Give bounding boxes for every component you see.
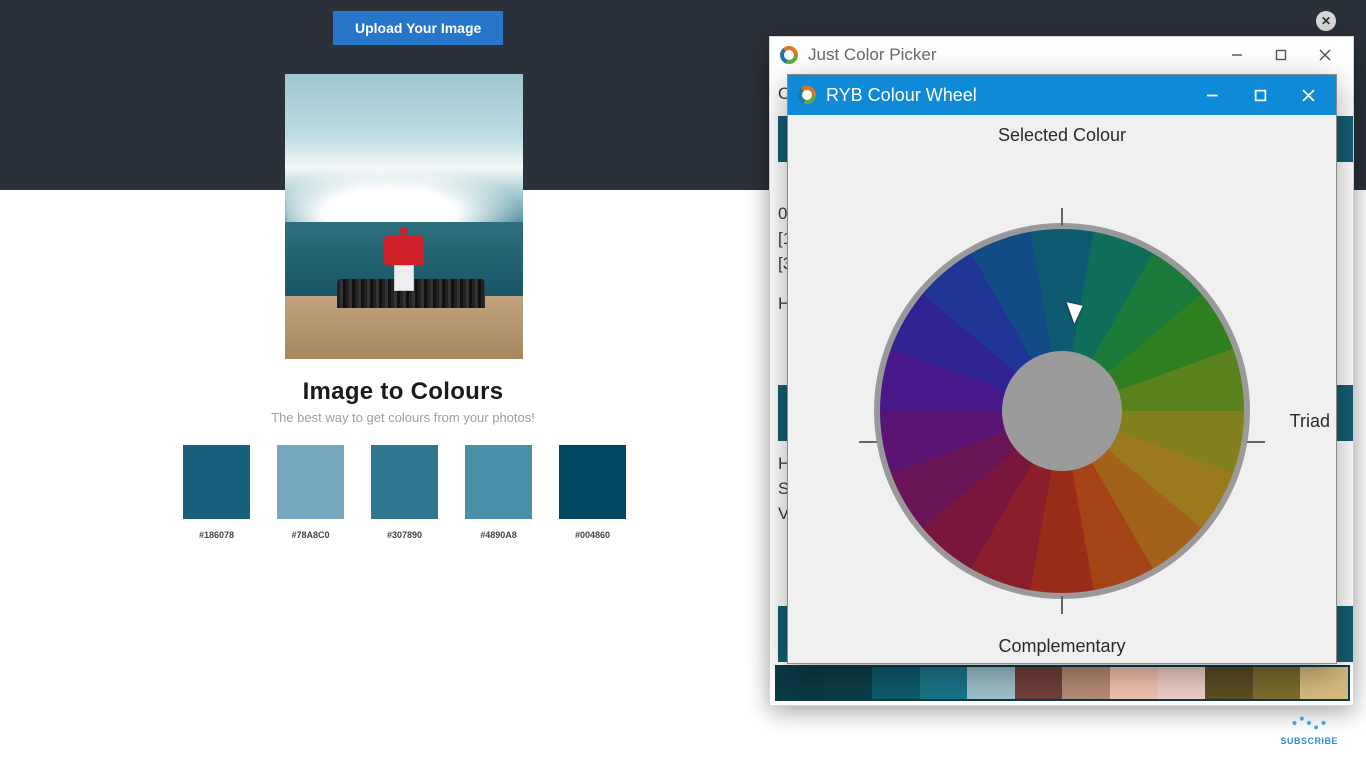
- history-swatch[interactable]: [1158, 667, 1206, 699]
- history-swatch[interactable]: [825, 667, 873, 699]
- history-swatch[interactable]: [1110, 667, 1158, 699]
- maximize-button[interactable]: [1259, 40, 1303, 70]
- swatch-color[interactable]: [277, 445, 344, 519]
- tick-complementary: [1061, 596, 1063, 614]
- dna-icon: [1291, 712, 1327, 734]
- tick-selected: [1061, 208, 1063, 226]
- wheel-hub: [1002, 351, 1122, 471]
- minimize-button[interactable]: [1188, 75, 1236, 115]
- jcp-title: Just Color Picker: [808, 45, 1215, 65]
- jcp-titlebar[interactable]: Just Color Picker: [770, 37, 1353, 73]
- tick-triad-left: [859, 441, 877, 443]
- upload-image-button[interactable]: Upload Your Image: [333, 11, 503, 45]
- history-swatch[interactable]: [1300, 667, 1348, 699]
- minimize-button[interactable]: [1215, 40, 1259, 70]
- history-swatch[interactable]: [1015, 667, 1063, 699]
- chameleon-icon: [798, 86, 816, 104]
- history-swatch[interactable]: [967, 667, 1015, 699]
- subscribe-label: SUBSCRIBE: [1280, 736, 1338, 746]
- close-button[interactable]: [1303, 40, 1347, 70]
- swatch-hex-label: #307890: [371, 530, 438, 540]
- maximize-button[interactable]: [1236, 75, 1284, 115]
- swatch[interactable]: #4890A8: [465, 445, 532, 540]
- colour-wheel[interactable]: [877, 226, 1247, 596]
- swatch-color[interactable]: [465, 445, 532, 519]
- history-swatch[interactable]: [1062, 667, 1110, 699]
- complementary-label: Complementary: [998, 636, 1125, 657]
- swatch-color[interactable]: [183, 445, 250, 519]
- uploaded-image-preview: [285, 74, 523, 359]
- swatch-color[interactable]: [559, 445, 626, 519]
- ryb-title: RYB Colour Wheel: [826, 85, 1188, 106]
- palette-swatches: #186078 #78A8C0 #307890 #4890A8 #004860: [183, 445, 626, 540]
- history-swatch[interactable]: [920, 667, 968, 699]
- close-button[interactable]: [1284, 75, 1332, 115]
- ryb-colour-wheel-window: RYB Colour Wheel Selected Colour Complem…: [787, 74, 1337, 664]
- page-subtitle: The best way to get colours from your ph…: [0, 410, 806, 425]
- history-swatch[interactable]: [777, 667, 825, 699]
- ryb-titlebar[interactable]: RYB Colour Wheel: [788, 75, 1336, 115]
- swatch[interactable]: #186078: [183, 445, 250, 540]
- swatch-hex-label: #186078: [183, 530, 250, 540]
- swatch[interactable]: #004860: [559, 445, 626, 540]
- subscribe-badge[interactable]: SUBSCRIBE: [1280, 712, 1338, 746]
- chameleon-icon: [780, 46, 798, 64]
- tick-triad-right: [1247, 441, 1265, 443]
- triad-label: Triad: [1290, 411, 1330, 432]
- selected-colour-label: Selected Colour: [998, 125, 1126, 146]
- swatch-hex-label: #4890A8: [465, 530, 532, 540]
- swatch-hex-label: #004860: [559, 530, 626, 540]
- mouse-cursor-icon: [1070, 299, 1086, 321]
- jcp-history-palette[interactable]: [775, 665, 1350, 701]
- swatch-hex-label: #78A8C0: [277, 530, 344, 540]
- ryb-canvas: Selected Colour Complementary Triad: [788, 115, 1336, 663]
- page-title: Image to Colours: [0, 378, 806, 406]
- swatch[interactable]: #307890: [371, 445, 438, 540]
- history-swatch[interactable]: [1253, 667, 1301, 699]
- history-swatch[interactable]: [1205, 667, 1253, 699]
- swatch[interactable]: #78A8C0: [277, 445, 344, 540]
- swatch-color[interactable]: [371, 445, 438, 519]
- history-swatch[interactable]: [872, 667, 920, 699]
- close-icon[interactable]: [1316, 11, 1336, 31]
